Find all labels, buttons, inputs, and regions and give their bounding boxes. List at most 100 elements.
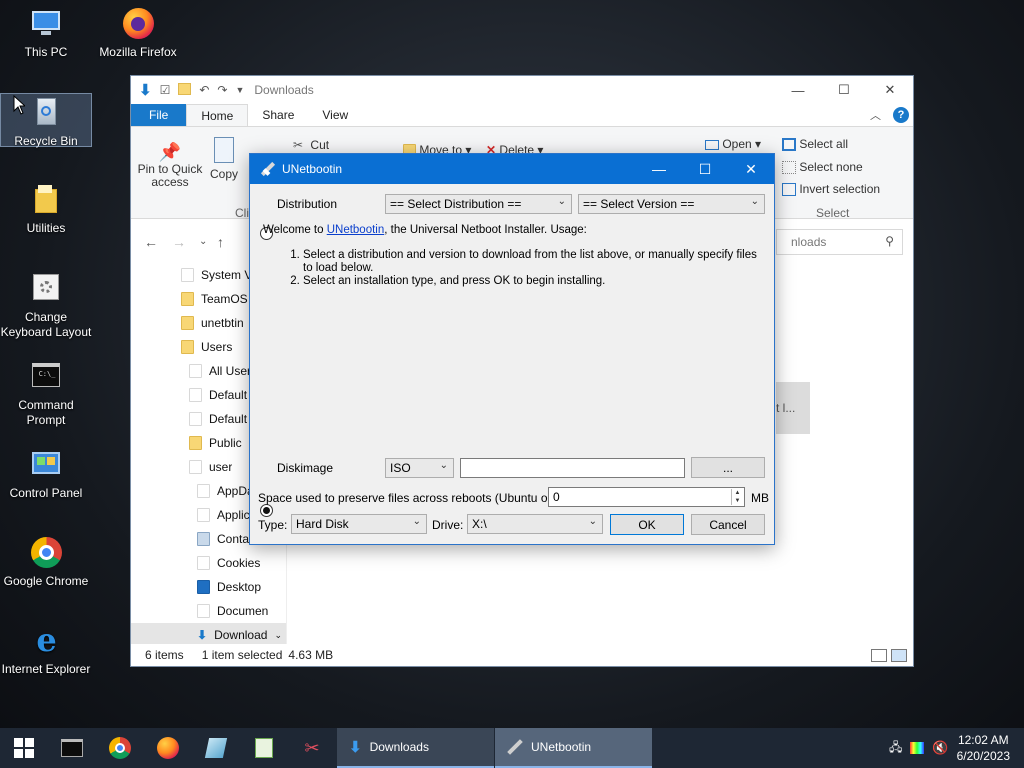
maximize-button[interactable]: ☐ [682,154,728,184]
forward-icon[interactable]: → [172,234,186,250]
browse-button[interactable]: ... [691,457,765,478]
explorer-titlebar[interactable]: ⬇ ☑ ↶ ↷ ▼ Downloads — ☐ ✕ [131,76,913,104]
select-version-dropdown[interactable]: == Select Version == ⌄ [578,194,765,214]
redo-icon[interactable]: ↷ [217,83,227,97]
terminal-icon: C:\_ [29,360,63,394]
scissors-icon: ✂ [304,737,320,758]
close-button[interactable]: ✕ [728,154,774,184]
network-icon[interactable]: 🖧 [889,738,902,759]
select-group-label: Select [816,206,850,220]
cancel-button[interactable]: Cancel [691,514,765,535]
select-all-button[interactable]: Select all [782,137,848,152]
taskbar-task-unetbootin[interactable]: UNetbootin [495,728,652,768]
tree-item[interactable]: Desktop [197,575,261,599]
tree-item[interactable]: Applic [197,503,250,527]
drive-dropdown[interactable]: X:\ ⌄ [467,514,603,534]
help-icon[interactable]: ? [893,107,909,123]
up-icon[interactable]: ↑ [217,234,224,250]
taskbar-notepad[interactable] [192,728,240,768]
pin-label: Pin to Quick access [137,162,203,189]
tab-home[interactable]: Home [186,104,249,126]
invert-selection-button[interactable]: Invert selection [782,182,880,197]
taskbar-firefox[interactable] [144,728,192,768]
pin-to-quick-access-button[interactable]: 📌 Pin to Quick access [137,141,203,189]
clipboard-group-label: Cli [235,206,249,220]
unetbootin-window[interactable]: UNetbootin — ☐ ✕ Distribution == Select … [249,153,775,545]
spinner-arrows-icon[interactable]: ▲ ▼ [731,489,743,505]
expand-chevron-icon[interactable]: ⌄ [274,630,282,641]
maximize-button[interactable]: ☐ [821,76,867,104]
desktop-icon-command-prompt[interactable]: C:\_ Command Prompt [0,360,92,428]
taskbar-clock[interactable]: 12:02 AM 6/20/2023 [957,732,1010,764]
tree-item[interactable]: Default [189,407,247,431]
control-panel-icon [29,448,63,482]
taskbar-task-manager[interactable] [240,728,288,768]
quick-access-download-icon[interactable]: ⬇ [139,81,152,99]
ribbon-collapse-icon[interactable]: ︿ [870,107,881,123]
desktop-icon-this-pc[interactable]: This PC [0,7,92,60]
tree-item[interactable]: All Users [189,359,257,383]
tree-item[interactable]: TeamOS [181,287,248,311]
open-button[interactable]: Open ▾ [705,137,761,151]
type-dropdown[interactable]: Hard Disk ⌄ [291,514,427,534]
taskbar-command-prompt[interactable] [48,728,96,768]
system-tray: 🖧 🔇 12:02 AM 6/20/2023 [889,732,1024,764]
search-box[interactable]: nloads ⚲ [776,229,903,255]
usage-step: Select a distribution and version to dow… [303,249,763,275]
tree-item[interactable]: Public [189,431,242,455]
desktop-icon-control-panel[interactable]: Control Panel [0,448,92,501]
status-size: 4.63 MB [288,648,334,662]
tree-item[interactable]: Conta [197,527,249,551]
tree-item[interactable]: Documen [197,599,268,623]
tab-view[interactable]: View [308,104,362,126]
tree-item[interactable]: Cookies [197,551,260,575]
unetbootin-titlebar[interactable]: UNetbootin — ☐ ✕ [250,154,774,184]
file-tile[interactable]: t l... [776,382,810,434]
tab-share[interactable]: Share [248,104,308,126]
copy-button[interactable]: Copy [207,137,241,181]
tree-item[interactable]: user [189,455,232,479]
minimize-button[interactable]: — [775,76,821,104]
persist-spinbox[interactable]: 0 ▲ ▼ [548,487,745,507]
desktop-icon-utilities[interactable]: Utilities [0,183,92,236]
tree-item[interactable]: Default [189,383,247,407]
close-button[interactable]: ✕ [867,76,913,104]
back-icon[interactable]: ← [144,234,158,250]
desktop-icon-label: Recycle Bin [14,134,78,148]
keyboard-icon [29,272,63,306]
taskbar-snipping-tool[interactable]: ✂ [288,728,336,768]
qat-dropdown-icon[interactable]: ▼ [235,85,244,95]
unetbootin-link[interactable]: UNetbootin [327,224,385,236]
status-bar: 6 items 1 item selected 4.63 MB [131,644,913,666]
ok-button[interactable]: OK [610,514,684,535]
details-view-icon[interactable] [871,648,887,662]
recent-dropdown-icon[interactable]: ⌄ [199,236,207,247]
volume-muted-icon[interactable]: 🔇 [932,740,948,756]
cut-button[interactable]: ✂ Cut [293,138,329,152]
minimize-button[interactable]: — [636,154,682,184]
properties-icon[interactable]: ☑ [160,83,171,97]
new-folder-icon[interactable] [178,82,192,98]
chevron-down-icon: ⌄ [439,460,448,471]
start-button[interactable] [0,728,48,768]
tree-item[interactable]: unetbtin [181,311,244,335]
color-display-icon[interactable] [910,742,925,754]
diskimage-path-input[interactable] [460,458,685,478]
desktop-icon-internet-explorer[interactable]: e Internet Explorer [0,624,92,677]
large-icons-view-icon[interactable] [891,648,907,662]
diskimage-radio[interactable] [260,504,273,517]
undo-icon[interactable]: ↶ [199,83,209,97]
desktop-icon-firefox[interactable]: Mozilla Firefox [92,7,184,60]
desktop-icon-chrome[interactable]: Google Chrome [0,536,92,589]
select-none-button[interactable]: Select none [782,160,863,175]
select-distribution-dropdown[interactable]: == Select Distribution == ⌄ [385,194,572,214]
tree-item[interactable]: AppDa [197,479,254,503]
desktop-icon-keyboard-layout[interactable]: Change Keyboard Layout [0,272,92,340]
tree-item[interactable]: System Vo [181,263,258,287]
desktop-icon-label: Mozilla Firefox [99,45,177,59]
taskbar-task-downloads[interactable]: ⬇ Downloads [337,728,494,768]
tab-file[interactable]: File [131,104,187,126]
tree-item[interactable]: Users [181,335,232,359]
diskimage-type-dropdown[interactable]: ISO ⌄ [385,458,454,478]
taskbar-chrome[interactable] [96,728,144,768]
